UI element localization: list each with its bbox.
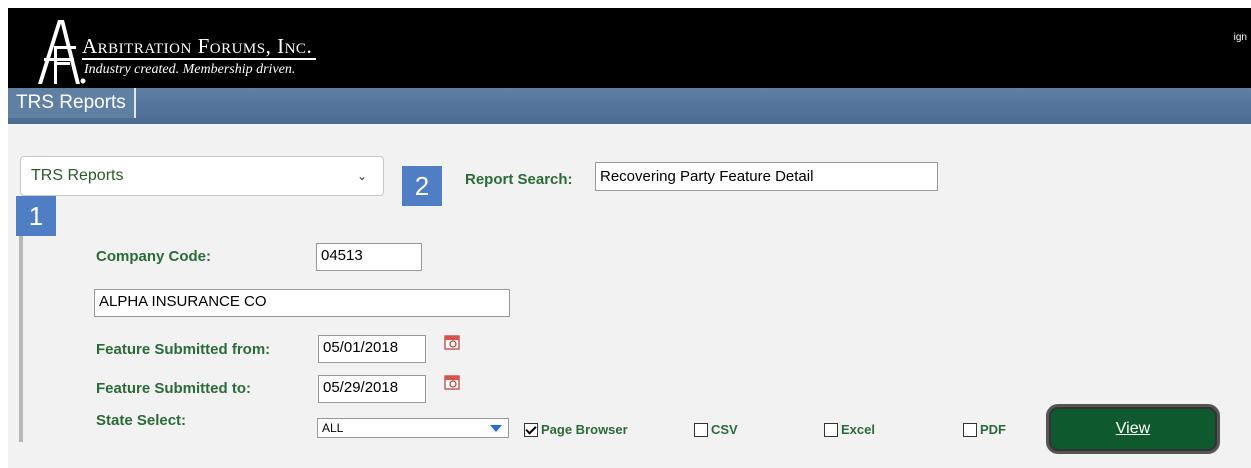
csv-checkbox[interactable] <box>694 422 708 437</box>
brand-title: Arbitration Forums, Inc. <box>82 34 317 60</box>
state-select-value: ALL <box>322 421 344 435</box>
step-one-divider <box>19 236 23 442</box>
report-search-label: Report Search: <box>465 171 573 188</box>
feature-from-label: Feature Submitted from: <box>96 341 271 358</box>
feature-to-input[interactable]: 05/29/2018 <box>318 375 426 403</box>
excel-checkbox[interactable] <box>824 422 838 437</box>
pdf-label: PDF <box>980 422 1006 437</box>
sign-link[interactable]: ign <box>1234 32 1247 43</box>
report-search-input[interactable]: Recovering Party Feature Detail <box>595 162 938 191</box>
report-category-value: TRS Reports <box>31 167 124 184</box>
step-one-badge: 1 <box>16 196 56 236</box>
pdf-option[interactable]: PDF <box>963 422 1006 437</box>
dropdown-arrow-icon <box>490 425 502 432</box>
chevron-down-icon: ⌄ <box>356 169 367 183</box>
report-form: TRS Reports ⌄ 1 2 Report Search: Recover… <box>8 124 1251 468</box>
csv-option[interactable]: CSV <box>694 422 738 437</box>
calendar-icon[interactable] <box>444 334 460 350</box>
page-title: TRS Reports <box>8 88 136 118</box>
company-name-field[interactable]: ALPHA INSURANCE CO <box>94 289 510 317</box>
brand-logo[interactable]: Arbitration Forums, Inc. Industry create… <box>36 18 456 88</box>
af-logo-icon <box>38 20 86 84</box>
brand-tagline: Industry created. Membership driven. <box>84 62 296 77</box>
page-browser-option[interactable]: Page Browser <box>524 422 628 437</box>
feature-to-label: Feature Submitted to: <box>96 380 252 397</box>
page-banner: TRS Reports <box>8 88 1251 124</box>
calendar-icon[interactable] <box>444 374 460 390</box>
excel-option[interactable]: Excel <box>824 422 875 437</box>
report-category-select[interactable]: TRS Reports ⌄ <box>20 156 384 196</box>
state-select-label: State Select: <box>96 412 187 429</box>
view-button[interactable]: View <box>1046 404 1220 454</box>
feature-from-input[interactable]: 05/01/2018 <box>318 335 426 363</box>
app-frame: Arbitration Forums, Inc. Industry create… <box>0 0 1251 468</box>
step-two-badge: 2 <box>402 166 442 206</box>
pdf-checkbox[interactable] <box>963 422 977 437</box>
page-browser-label: Page Browser <box>541 422 628 437</box>
state-select-dropdown[interactable]: ALL <box>317 418 509 438</box>
excel-label: Excel <box>841 422 875 437</box>
site-header: Arbitration Forums, Inc. Industry create… <box>8 8 1251 88</box>
company-code-input[interactable]: 04513 <box>316 243 422 271</box>
csv-label: CSV <box>711 422 738 437</box>
company-code-label: Company Code: <box>96 248 212 265</box>
page-browser-checkbox[interactable] <box>524 422 538 437</box>
